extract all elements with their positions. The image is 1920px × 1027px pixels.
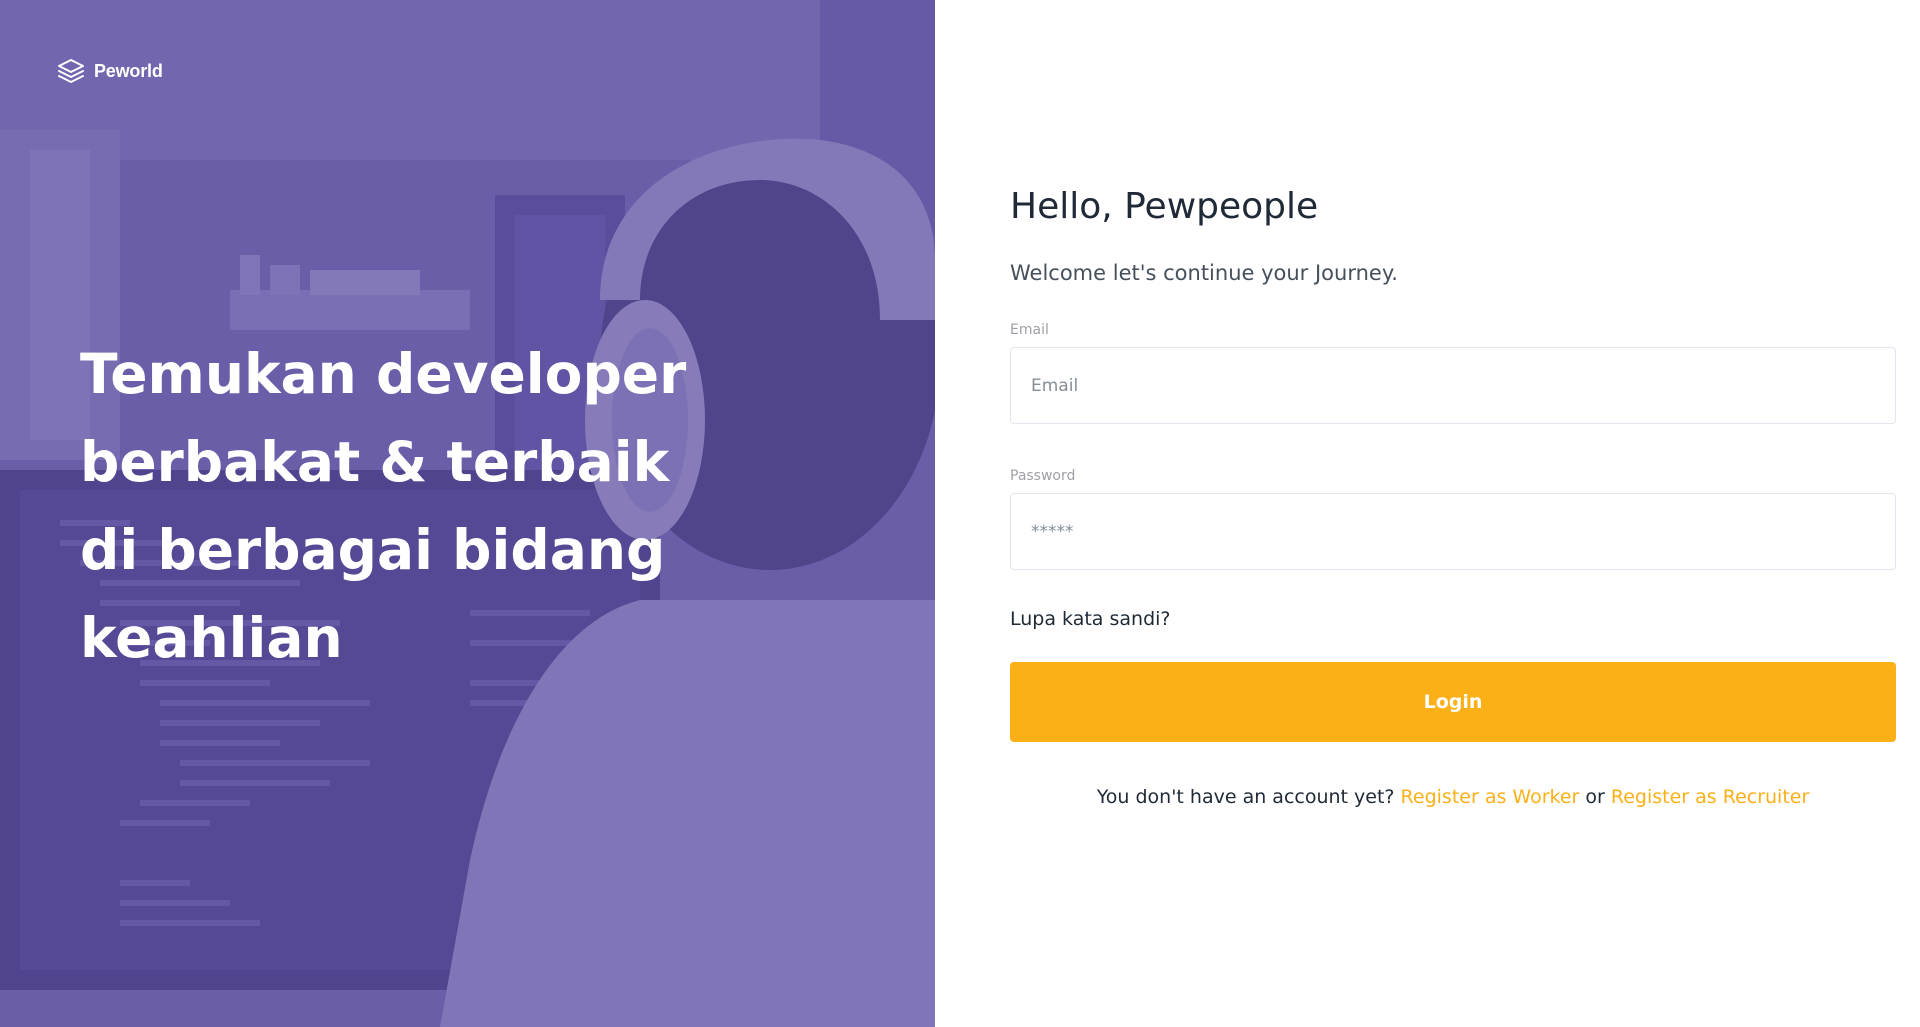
- login-page: Peworld Temukan developer berbakat & ter…: [0, 0, 1920, 1027]
- email-field-group: Email: [1010, 322, 1896, 424]
- email-label: Email: [1010, 322, 1049, 338]
- login-form: Hello, Pewpeople Welcome let's continue …: [1010, 180, 1896, 808]
- register-connector: or: [1585, 786, 1605, 808]
- register-prompt: You don't have an account yet? Register …: [1010, 786, 1896, 808]
- brand-logo[interactable]: Peworld: [56, 56, 163, 86]
- register-recruiter-link[interactable]: Register as Recruiter: [1611, 786, 1809, 808]
- password-field[interactable]: [1010, 493, 1896, 570]
- brand-name: Peworld: [94, 60, 163, 81]
- hero-panel: Peworld Temukan developer berbakat & ter…: [0, 0, 935, 1027]
- password-label: Password: [1010, 468, 1076, 484]
- login-panel: Hello, Pewpeople Welcome let's continue …: [935, 0, 1920, 1027]
- forgot-password-link[interactable]: Lupa kata sandi?: [1010, 608, 1171, 630]
- login-title: Hello, Pewpeople: [1010, 186, 1319, 227]
- layers-icon: [58, 59, 84, 83]
- email-field[interactable]: [1010, 347, 1896, 424]
- hero-headline: Temukan developer berbakat & terbaik di …: [80, 342, 687, 670]
- login-button[interactable]: Login: [1010, 662, 1896, 742]
- register-prefix: You don't have an account yet?: [1096, 786, 1395, 808]
- login-subtitle: Welcome let's continue your Journey.: [1010, 261, 1398, 285]
- password-field-group: Password: [1010, 468, 1896, 570]
- register-worker-link[interactable]: Register as Worker: [1401, 786, 1580, 808]
